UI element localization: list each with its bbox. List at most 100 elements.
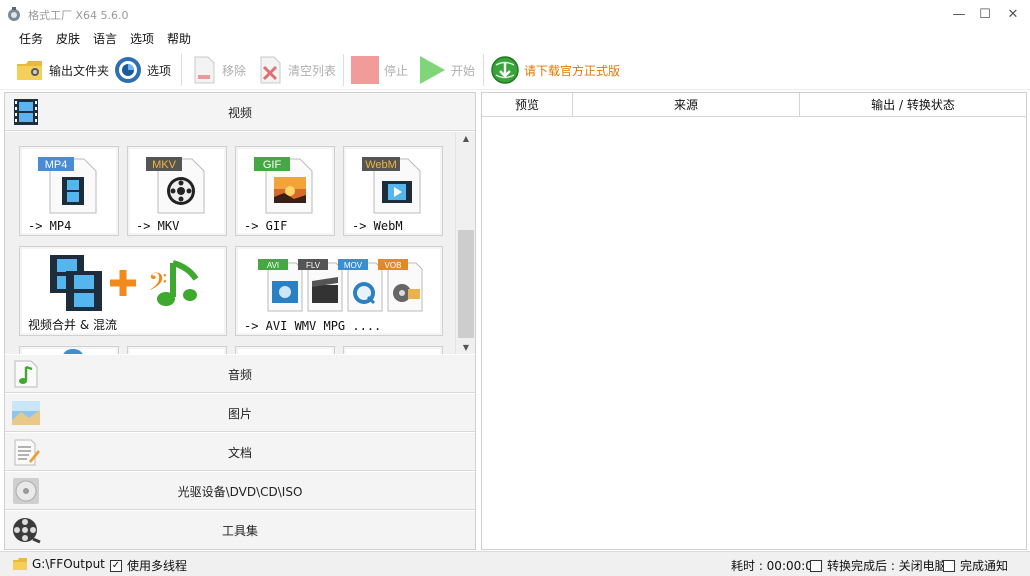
mkv-file-icon: MKV xyxy=(146,157,205,214)
tile-video-merge[interactable]: 𝄢 视频合并 & 混流 xyxy=(19,246,227,336)
mp4-file-icon: MP4 xyxy=(38,157,97,214)
menu-bar: 任务 皮肤 语言 选项 帮助 xyxy=(0,28,1030,48)
clear-list-button[interactable]: 清空列表 xyxy=(256,52,336,88)
output-folder-button[interactable]: 输出文件夹 xyxy=(15,52,109,88)
stop-label: 停止 xyxy=(384,63,409,78)
play-icon xyxy=(420,56,445,84)
tile-to-avi-wmv-mpg[interactable]: AVI FLV MOV VOB -> AVI WMV MPG .... xyxy=(235,246,443,336)
output-path-text: G:\FFOutput xyxy=(32,557,105,571)
clear-list-label: 清空列表 xyxy=(288,63,337,78)
mp4-badge-text: MP4 xyxy=(45,159,68,171)
category-tools[interactable]: 工具集 xyxy=(5,511,475,549)
flv-badge-text: FLV xyxy=(306,261,321,270)
tile-partial[interactable] xyxy=(235,346,335,354)
app-logo-icon xyxy=(8,7,20,21)
tile-to-webm[interactable]: WebM -> WebM xyxy=(343,146,443,236)
category-audio-label: 音频 xyxy=(227,368,252,382)
gear-icon xyxy=(115,57,141,83)
category-document[interactable]: 文档 xyxy=(5,433,475,471)
clear-list-icon xyxy=(260,56,281,84)
multithread-label: 使用多线程 xyxy=(127,559,188,573)
after-done-option[interactable]: 转换完成后 : 关闭电脑 xyxy=(810,557,947,574)
tile-video-merge-label: 视频合并 & 混流 xyxy=(28,318,117,332)
tile-partial[interactable] xyxy=(19,346,119,354)
category-video[interactable]: 视频 xyxy=(5,93,475,131)
scroll-down-arrow-icon[interactable]: ▼ xyxy=(456,343,475,352)
category-disc[interactable]: 光驱设备\DVD\CD\ISO xyxy=(5,472,475,510)
mov-badge-text: MOV xyxy=(344,261,363,270)
tile-to-mkv[interactable]: MKV -> MKV xyxy=(127,146,227,236)
column-output-status[interactable]: 输出 / 转换状态 xyxy=(800,93,1026,117)
tile-to-mkv-label: -> MKV xyxy=(136,219,180,233)
tile-to-webm-label: -> WebM xyxy=(352,219,403,233)
grid-scrollbar[interactable]: ▲ ▼ xyxy=(455,132,475,354)
menu-skin[interactable]: 皮肤 xyxy=(56,30,80,47)
column-preview[interactable]: 预览 xyxy=(482,93,573,117)
vob-badge-text: VOB xyxy=(385,261,402,270)
multithread-option[interactable]: ✓ 使用多线程 xyxy=(110,557,187,574)
status-bar: G:\FFOutput ✓ 使用多线程 耗时 : 00:00:00 转换完成后 … xyxy=(0,551,1030,576)
webm-badge-text: WebM xyxy=(365,159,397,171)
start-label: 开始 xyxy=(451,63,476,78)
menu-task[interactable]: 任务 xyxy=(19,30,43,47)
options-button[interactable]: 选项 xyxy=(113,52,171,88)
window-title: 格式工厂 X64 5.6.0 xyxy=(28,9,129,22)
folder-icon xyxy=(17,61,42,80)
merge-icon: 𝄢 xyxy=(50,255,199,311)
multi-format-icon: AVI FLV MOV VOB xyxy=(258,259,423,312)
scroll-up-arrow-icon[interactable]: ▲ xyxy=(456,134,475,143)
notify-checkbox[interactable] xyxy=(943,559,955,572)
start-button[interactable]: 开始 xyxy=(417,52,475,88)
options-label: 选项 xyxy=(147,63,172,78)
tile-to-mp4-label: -> MP4 xyxy=(28,219,72,233)
tile-to-gif-label: -> GIF xyxy=(244,219,288,233)
column-source[interactable]: 来源 xyxy=(573,93,800,117)
partial-tile-icon xyxy=(62,349,84,354)
after-done-checkbox[interactable] xyxy=(810,559,822,572)
tile-partial[interactable] xyxy=(343,346,443,354)
download-official-button[interactable]: 请下载官方正式版 xyxy=(490,52,620,88)
notify-label: 完成通知 xyxy=(960,559,1009,573)
menu-language[interactable]: 语言 xyxy=(93,30,117,47)
remove-button[interactable]: 移除 xyxy=(190,52,246,88)
remove-label: 移除 xyxy=(222,63,247,78)
toolbar: 输出文件夹 选项 移除 清空列表 停止 开始 请下载官方正式版 xyxy=(0,50,1030,90)
tile-to-mp4[interactable]: MP4 -> MP4 xyxy=(19,146,119,236)
category-audio[interactable]: 音频 xyxy=(5,355,475,393)
gif-badge-text: GIF xyxy=(263,159,282,171)
task-list: 预览 来源 输出 / 转换状态 xyxy=(481,92,1027,550)
output-folder-label: 输出文件夹 xyxy=(49,63,110,78)
webm-file-icon: WebM xyxy=(362,157,421,214)
category-tools-label: 工具集 xyxy=(221,524,258,538)
gif-file-icon: GIF xyxy=(254,157,313,214)
download-official-label: 请下载官方正式版 xyxy=(524,63,621,78)
tile-partial[interactable] xyxy=(127,346,227,354)
menu-help[interactable]: 帮助 xyxy=(167,30,191,47)
category-document-label: 文档 xyxy=(227,446,252,460)
notify-option[interactable]: 完成通知 xyxy=(943,557,1008,574)
toolbar-separator xyxy=(343,54,344,86)
category-panel: 视频 MP4 -> MP4 MKV -> MKV GIF -> GIF WebM… xyxy=(4,92,476,550)
menu-options[interactable]: 选项 xyxy=(130,30,154,47)
stop-icon xyxy=(351,56,379,84)
mkv-badge-text: MKV xyxy=(152,159,177,171)
remove-file-icon xyxy=(194,56,215,84)
scroll-thumb[interactable] xyxy=(458,230,474,338)
toolbar-separator xyxy=(181,54,182,86)
tile-to-gif[interactable]: GIF -> GIF xyxy=(235,146,335,236)
after-done-label: 转换完成后 : 关闭电脑 xyxy=(827,559,947,573)
folder-small-icon xyxy=(13,558,27,570)
toolbar-separator xyxy=(483,54,484,86)
title-bar: 格式工厂 X64 5.6.0 — ☐ ✕ xyxy=(0,0,1030,28)
category-video-label: 视频 xyxy=(227,106,252,120)
globe-download-icon xyxy=(491,56,519,84)
category-image[interactable]: 图片 xyxy=(5,394,475,432)
output-path[interactable]: G:\FFOutput xyxy=(12,557,105,571)
close-button[interactable]: ✕ xyxy=(990,0,1030,28)
avi-badge-text: AVI xyxy=(267,261,279,270)
stop-button[interactable]: 停止 xyxy=(350,52,408,88)
elapsed-time: 耗时 : 00:00:00 xyxy=(731,559,821,573)
video-tool-grid: MP4 -> MP4 MKV -> MKV GIF -> GIF WebM ->… xyxy=(5,132,455,354)
category-image-label: 图片 xyxy=(227,407,252,421)
multithread-checkbox[interactable]: ✓ xyxy=(110,559,122,572)
